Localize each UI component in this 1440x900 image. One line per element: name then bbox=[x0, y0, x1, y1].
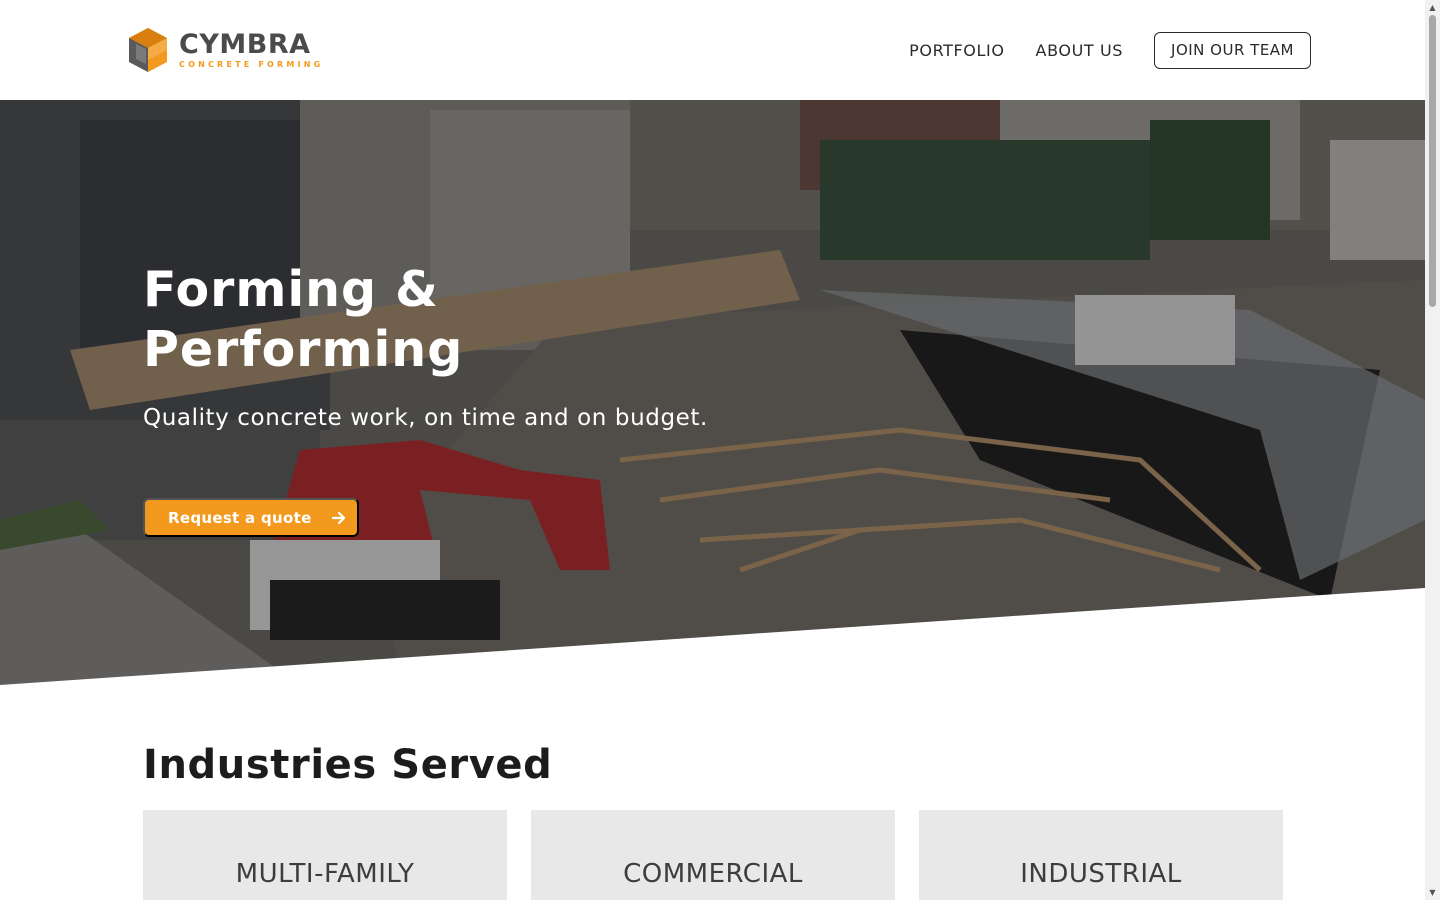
industry-card-label: INDUSTRIAL bbox=[1020, 859, 1182, 889]
nav-link-portfolio[interactable]: PORTFOLIO bbox=[909, 33, 1004, 69]
join-our-team-button[interactable]: JOIN OUR TEAM bbox=[1154, 32, 1311, 69]
cube-logo-icon bbox=[129, 28, 167, 72]
scrollbar-thumb[interactable] bbox=[1429, 15, 1436, 307]
industry-card-multi-family[interactable]: MULTI-FAMILY bbox=[143, 810, 507, 900]
request-quote-button[interactable]: Request a quote bbox=[143, 498, 359, 537]
page-scrollbar[interactable]: ▲ ▼ bbox=[1425, 0, 1440, 900]
site-header: CYMBRA CONCRETE FORMING PORTFOLIO ABOUT … bbox=[0, 0, 1425, 100]
scroll-down-arrow-icon[interactable]: ▼ bbox=[1428, 888, 1437, 897]
industry-card-label: MULTI-FAMILY bbox=[235, 859, 415, 889]
brand-name: CYMBRA bbox=[179, 28, 311, 60]
brand-tagline: CONCRETE FORMING bbox=[179, 59, 324, 69]
hero-title: Forming & Performing bbox=[143, 261, 464, 378]
request-quote-label: Request a quote bbox=[168, 508, 312, 527]
hero-subtitle: Quality concrete work, on time and on bu… bbox=[143, 405, 708, 431]
main-nav: PORTFOLIO ABOUT US JOIN OUR TEAM bbox=[909, 32, 1311, 69]
industry-card-commercial[interactable]: COMMERCIAL bbox=[531, 810, 895, 900]
scroll-up-arrow-icon[interactable]: ▲ bbox=[1428, 3, 1437, 12]
industries-cards: MULTI-FAMILY COMMERCIAL INDUSTRIAL bbox=[143, 810, 1307, 900]
hero-section: Forming & Performing Quality concrete wo… bbox=[0, 100, 1425, 685]
hero-angled-divider bbox=[0, 588, 1425, 685]
industry-card-label: COMMERCIAL bbox=[623, 859, 803, 889]
industry-card-industrial[interactable]: INDUSTRIAL bbox=[919, 810, 1283, 900]
nav-link-about-us[interactable]: ABOUT US bbox=[1036, 33, 1123, 69]
industries-heading: Industries Served bbox=[143, 742, 553, 788]
brand-logo[interactable]: CYMBRA CONCRETE FORMING bbox=[127, 26, 323, 74]
arrow-right-icon bbox=[331, 511, 345, 524]
